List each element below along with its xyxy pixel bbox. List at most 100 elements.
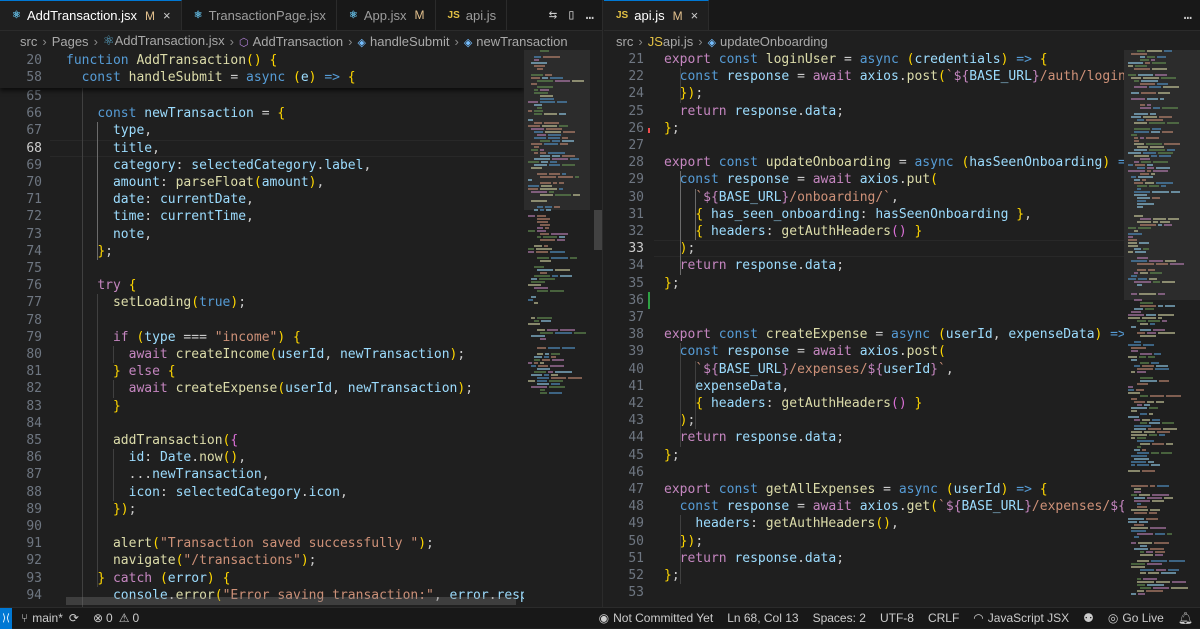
code-line[interactable]: 26}; — [604, 120, 1124, 137]
code-line[interactable]: 87 ...newTransaction, — [0, 466, 524, 483]
code-line[interactable]: 68 title, — [0, 140, 524, 157]
sticky-line[interactable]: 58 const handleSubmit = async (e) => { — [0, 69, 524, 86]
breadcrumb-item[interactable]: ◈ newTransaction — [464, 34, 568, 49]
code-line[interactable]: 80 await createIncome(userId, newTransac… — [0, 346, 524, 363]
breadcrumb-item[interactable]: JSapi.js — [648, 34, 694, 49]
code-line[interactable]: 88 icon: selectedCategory.icon, — [0, 484, 524, 501]
code-line[interactable]: 86 id: Date.now(), — [0, 449, 524, 466]
code-line[interactable]: 42 { headers: getAuthHeaders() } — [604, 395, 1124, 412]
tab-app-jsx[interactable]: ⚛ App.jsx M — [337, 0, 436, 30]
sync-icon[interactable]: ⟳ — [69, 611, 79, 625]
code-line[interactable]: 90 — [0, 518, 524, 535]
code-line[interactable]: 73 note, — [0, 226, 524, 243]
code-line[interactable]: 65 — [0, 88, 524, 105]
code-line[interactable]: 43 ); — [604, 412, 1124, 429]
remote-indicator[interactable]: ⟩⟨ — [0, 607, 12, 629]
code-line[interactable]: 41 expenseData, — [604, 378, 1124, 395]
code-line[interactable]: 25 return response.data; — [604, 103, 1124, 120]
code-line[interactable]: 45}; — [604, 447, 1124, 464]
breadcrumb-item[interactable]: ◈ handleSubmit — [358, 34, 450, 49]
code-line[interactable]: 40 `${BASE_URL}/expenses/${userId}`, — [604, 361, 1124, 378]
code-line[interactable]: 72 time: currentTime, — [0, 208, 524, 225]
breadcrumb-item[interactable]: ⬡ AddTransaction — [239, 34, 343, 49]
code-line[interactable]: 47 export const getAllExpenses = async (u… — [604, 481, 1124, 498]
cursor-position[interactable]: Ln 68, Col 13 — [720, 611, 805, 625]
code-line[interactable]: 75 — [0, 260, 524, 277]
branch-indicator[interactable]: ⑂ main* ⟳ — [14, 611, 86, 625]
go-live-button[interactable]: ◎ Go Live — [1101, 611, 1171, 625]
code-line[interactable]: 83 } — [0, 398, 524, 415]
code-line[interactable]: 92 navigate("/transactions"); — [0, 552, 524, 569]
git-blame-status[interactable]: ◉ Not Committed Yet — [592, 611, 721, 625]
close-icon[interactable]: × — [163, 8, 171, 23]
code-line[interactable]: 77 setLoading(true); — [0, 294, 524, 311]
code-line[interactable]: 29 const response = await axios.put( — [604, 171, 1124, 188]
breadcrumb-item[interactable]: src — [616, 34, 633, 49]
code-line[interactable]: 51 return response.data; — [604, 550, 1124, 567]
tab-api-js[interactable]: JS api.js — [436, 0, 508, 30]
editor-split-divider[interactable] — [602, 0, 603, 607]
code-line[interactable]: 33 ); — [604, 240, 1124, 257]
editor-left[interactable]: 65 66 const newTransaction = {67 type, 68 … — [0, 50, 524, 607]
minimap-right[interactable] — [1124, 50, 1200, 607]
more-actions-icon[interactable]: … — [586, 7, 594, 23]
problems-indicator[interactable]: ⊗ 0 ⚠ 0 — [86, 611, 146, 625]
code-line[interactable]: 67 type, — [0, 122, 524, 139]
code-line[interactable]: 71 date: currentDate, — [0, 191, 524, 208]
breadcrumb-item[interactable]: ◈ updateOnboarding — [708, 34, 828, 49]
code-line[interactable]: 84 — [0, 415, 524, 432]
code-line[interactable]: 79 if (type === "income") { — [0, 329, 524, 346]
encoding[interactable]: UTF-8 — [873, 611, 921, 625]
code-line[interactable]: 66 const newTransaction = { — [0, 105, 524, 122]
sticky-scroll-header[interactable]: 20 function AddTransaction() {58 const ha… — [0, 50, 524, 88]
code-line[interactable]: 49 headers: getAuthHeaders(), — [604, 515, 1124, 532]
code-line[interactable]: 44 return response.data; — [604, 429, 1124, 446]
code-line[interactable]: 39 const response = await axios.post( — [604, 343, 1124, 360]
code-line[interactable]: 91 alert("Transaction saved successfully… — [0, 535, 524, 552]
breadcrumb-item[interactable]: src — [20, 34, 37, 49]
notifications-bell-icon[interactable]: 🔔︎ — [1171, 611, 1200, 625]
code-line[interactable]: 85 addTransaction({ — [0, 432, 524, 449]
more-actions-icon[interactable]: … — [1184, 7, 1192, 23]
code-line[interactable]: 50 }); — [604, 533, 1124, 550]
code-line[interactable]: 82 await createExpense(userId, newTransa… — [0, 380, 524, 397]
code-line[interactable]: 22 const response = await axios.post(`${… — [604, 68, 1124, 85]
close-icon[interactable]: × — [691, 8, 699, 23]
code-line[interactable]: 34 return response.data; — [604, 257, 1124, 274]
code-line[interactable]: 38 export const createExpense = async (us… — [604, 326, 1124, 343]
code-line[interactable]: 48 const response = await axios.get(`${B… — [604, 498, 1124, 515]
code-line[interactable]: 24 }); — [604, 85, 1124, 102]
tab-addtransaction-jsx[interactable]: ⚛ AddTransaction.jsx M × — [0, 0, 182, 30]
code-line[interactable]: 30 `${BASE_URL}/onboarding/`, — [604, 189, 1124, 206]
code-line[interactable]: 81 } else { — [0, 363, 524, 380]
code-line[interactable]: 32 { headers: getAuthHeaders() } — [604, 223, 1124, 240]
code-line[interactable]: 53 — [604, 584, 1124, 601]
minimap-left[interactable] — [524, 50, 590, 607]
line-ending[interactable]: CRLF — [921, 611, 966, 625]
horizontal-scrollbar-left[interactable] — [66, 597, 516, 605]
compare-changes-icon[interactable]: ⇆ — [549, 7, 557, 23]
code-line[interactable]: 78 — [0, 312, 524, 329]
code-line[interactable]: 46 — [604, 464, 1124, 481]
code-line[interactable]: 74 }; — [0, 243, 524, 260]
indentation[interactable]: Spaces: 2 — [806, 611, 873, 625]
copilot-icon[interactable]: ⚉ — [1076, 611, 1101, 625]
tab-transactionpage-jsx[interactable]: ⚛ TransactionPage.jsx — [182, 0, 337, 30]
tab-api-js[interactable]: JS api.js M × — [604, 0, 710, 30]
scrollbar-thumb[interactable] — [594, 210, 602, 250]
code-line[interactable]: 28 export const updateOnboarding = async … — [604, 154, 1124, 171]
code-line[interactable]: 89 }); — [0, 501, 524, 518]
code-line[interactable]: 37 — [604, 309, 1124, 326]
code-line[interactable]: 70 amount: parseFloat(amount), — [0, 174, 524, 191]
code-line[interactable]: 35}; — [604, 275, 1124, 292]
breadcrumb-item[interactable]: Pages — [52, 34, 89, 49]
code-line[interactable]: 69 category: selectedCategory.label, — [0, 157, 524, 174]
code-line[interactable]: 27 — [604, 137, 1124, 154]
breadcrumb-item[interactable]: ⚛AddTransaction.jsx — [103, 33, 225, 49]
code-line[interactable]: 93 } catch (error) { — [0, 570, 524, 587]
code-line[interactable]: 36 — [604, 292, 1124, 309]
language-mode[interactable]: ◠ JavaScript JSX — [966, 611, 1076, 625]
sticky-line[interactable]: 20 function AddTransaction() { — [0, 52, 524, 69]
code-line[interactable]: 52}; — [604, 567, 1124, 584]
code-line[interactable]: 31 { has_seen_onboarding: hasSeenOnboard… — [604, 206, 1124, 223]
